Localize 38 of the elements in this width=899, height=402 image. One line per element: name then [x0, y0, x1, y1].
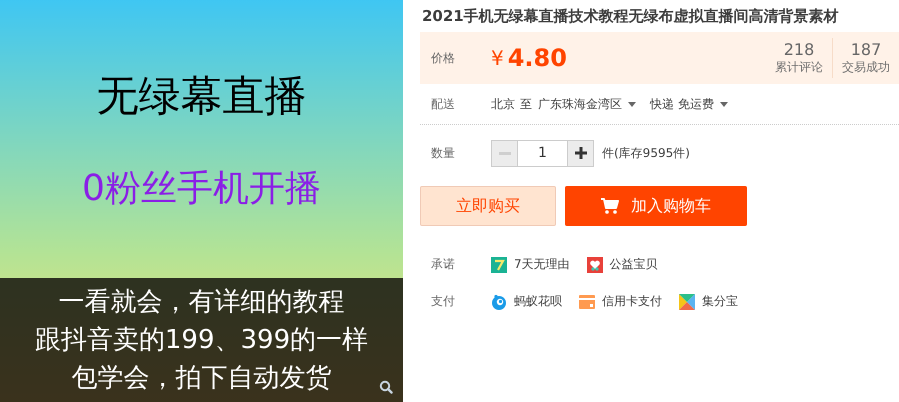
product-title: 2021手机无绿幕直播技术教程无绿布虚拟直播间高清背景素材: [421, 6, 840, 27]
promise-label: 承诺: [430, 256, 456, 273]
stat-value: 218: [784, 40, 814, 59]
price-label: 价格: [431, 50, 456, 66]
seven-badge-icon: [491, 256, 507, 272]
swirl-icon: [491, 294, 507, 310]
stock-text: 件(库存9595件): [602, 144, 690, 162]
delivery-label: 配送: [430, 96, 456, 112]
credit-card-icon: [579, 294, 595, 310]
stat-label: 累计评论: [775, 59, 823, 76]
payment-method[interactable]: 集分宝: [702, 293, 738, 310]
increase-button[interactable]: [567, 140, 594, 166]
stat-label: 交易成功: [842, 59, 890, 76]
image-caption: 跟抖音卖的199、399的一样: [34, 324, 368, 357]
service-text[interactable]: 7天无理由: [514, 256, 570, 273]
caret-icon: [628, 102, 636, 106]
quantity-field[interactable]: 1: [518, 140, 567, 166]
quantity-label: 数量: [430, 144, 456, 162]
origin-city: 北京: [491, 96, 515, 112]
payment-label: 支付: [430, 293, 456, 310]
search-icon[interactable]: [379, 380, 393, 394]
plus-icon: [574, 147, 586, 159]
stat-value: 187: [850, 40, 882, 59]
to-text: 至: [520, 96, 532, 112]
cart-icon: [601, 198, 619, 214]
image-headline: 无绿幕直播: [96, 70, 306, 122]
triangles-icon: [679, 294, 695, 310]
service-text[interactable]: 公益宝贝: [610, 256, 658, 273]
payment-method[interactable]: 信用卡支付: [602, 293, 662, 310]
image-caption: 一看就会，有详细的教程: [58, 286, 344, 319]
caret-icon: [720, 102, 728, 106]
payment-method[interactable]: 蚂蚁花呗: [514, 293, 562, 310]
price-amount: 4.80: [508, 44, 567, 72]
destination-dropdown[interactable]: 广东珠海金湾区: [538, 96, 636, 112]
shipping-dropdown[interactable]: 快递 免运费: [650, 96, 728, 112]
image-subline: 0粉丝手机开播: [82, 167, 321, 211]
currency-symbol: ¥: [491, 46, 504, 70]
image-caption: 包学会，拍下自动发货: [72, 362, 332, 395]
